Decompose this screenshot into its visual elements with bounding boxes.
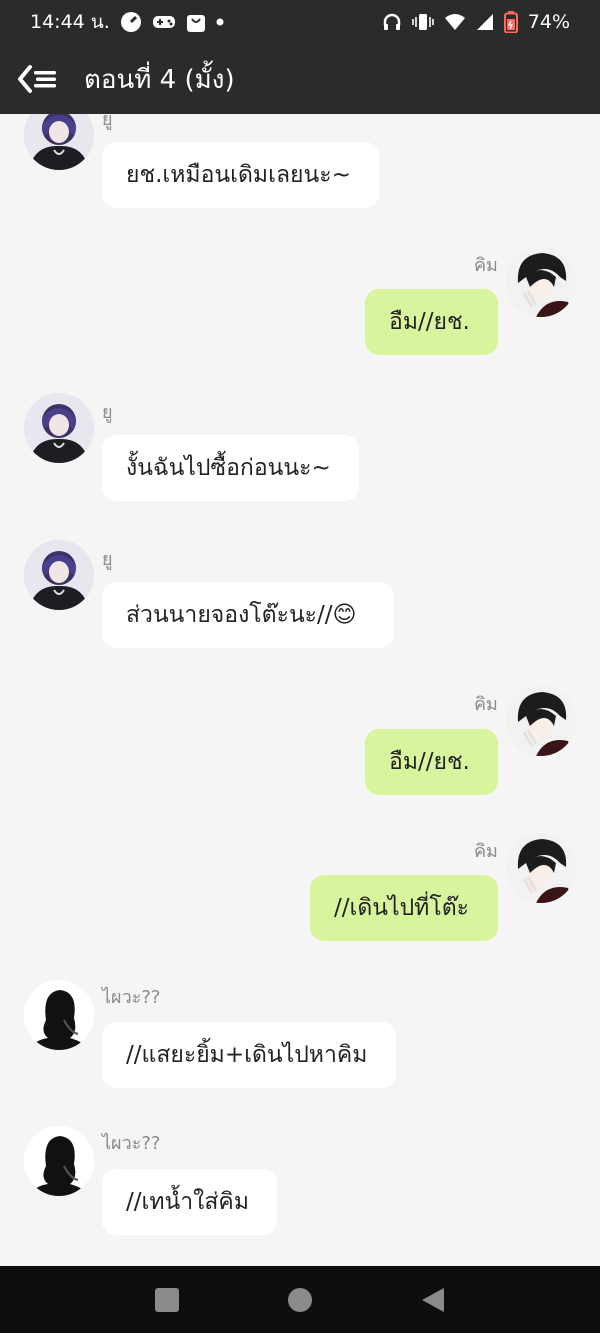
message-bubble[interactable]: //เทน้ำใส่คิม: [102, 1169, 277, 1235]
app-bar: ตอนที่ 4 (มั้ง): [0, 44, 600, 114]
sender-name: คิม: [474, 841, 498, 862]
vibrate-icon: [411, 12, 434, 32]
sender-name: คิม: [474, 255, 498, 276]
battery-icon: [503, 11, 518, 33]
wifi-icon: [444, 13, 466, 31]
message-bubble[interactable]: ยช.เหมือนเดิมเลยนะ~: [102, 142, 379, 208]
shopping-bag-icon: [186, 11, 206, 33]
home-circle-icon[interactable]: [280, 1280, 320, 1320]
recents-square-icon[interactable]: [147, 1280, 187, 1320]
message-bubble[interactable]: //แสยะยิ้ม+เดินไปหาคิม: [102, 1022, 396, 1088]
avatar-yu[interactable]: [24, 114, 94, 170]
sender-name: ไผวะ??: [102, 1133, 161, 1154]
back-list-icon[interactable]: [8, 44, 68, 114]
message-bubble[interactable]: อืม//ยช.: [365, 729, 498, 795]
chat-title: ตอนที่ 4 (มั้ง): [84, 64, 235, 95]
avatar-kim[interactable]: [506, 833, 576, 903]
avatar-kim[interactable]: [506, 686, 576, 756]
status-bar: 14:44 น. 74%: [0, 0, 600, 44]
sender-name: ยู: [102, 114, 113, 130]
message-bubble[interactable]: อืม//ยช.: [365, 289, 498, 355]
message-bubble[interactable]: //เดินไปที่โต๊ะ: [310, 875, 498, 941]
message-bubble[interactable]: ส่วนนายจองโต๊ะนะ//😊: [102, 582, 394, 648]
sender-name: คิม: [474, 694, 498, 715]
sender-name: ยู: [102, 549, 113, 570]
chat-area[interactable]: ยู ยช.เหมือนเดิมเลยนะ~ คิม อืม//ยช. ยู ง…: [0, 114, 600, 1266]
avatar-yu[interactable]: [24, 393, 94, 463]
message-bubble[interactable]: งั้นฉันไปซื้อก่อนนะ~: [102, 435, 359, 501]
avatar-silhouette[interactable]: [24, 1126, 94, 1196]
speedometer-icon: [120, 11, 142, 33]
sender-name: ไผวะ??: [102, 987, 161, 1008]
status-time: 14:44 น.: [30, 11, 110, 33]
battery-percent: 74%: [527, 11, 570, 33]
back-triangle-icon[interactable]: [413, 1280, 453, 1320]
sender-name: ยู: [102, 402, 113, 423]
signal-icon: [476, 13, 494, 31]
avatar-kim[interactable]: [506, 247, 576, 317]
headphones-icon: [382, 12, 402, 32]
dot-icon: [216, 18, 224, 26]
system-nav-bar: [0, 1266, 600, 1333]
gamepad-icon: [152, 13, 176, 31]
avatar-yu[interactable]: [24, 540, 94, 610]
avatar-silhouette[interactable]: [24, 980, 94, 1050]
